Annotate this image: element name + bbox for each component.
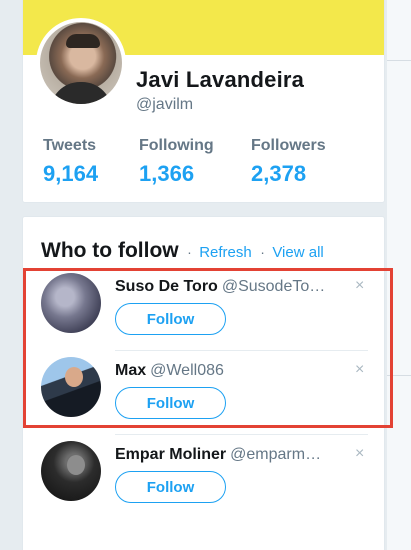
refresh-link[interactable]: Refresh	[199, 244, 252, 261]
suggestion-item: Max @Well086 × Follow	[23, 353, 386, 435]
suggestion-handle: @SusodeTo…	[221, 278, 326, 295]
profile-handle[interactable]: @javilm	[136, 96, 193, 114]
stat-tweets[interactable]: Tweets 9,164	[43, 137, 98, 187]
follow-button[interactable]: Follow	[115, 387, 226, 419]
stat-value: 1,366	[139, 161, 195, 186]
view-all-link[interactable]: View all	[272, 244, 323, 261]
suggestion-item: Suso De Toro @SusodeTo… × Follow	[23, 269, 386, 351]
row-divider	[115, 350, 368, 351]
suggestion-name: Empar Moliner	[115, 446, 227, 463]
follow-button[interactable]: Follow	[115, 471, 226, 503]
row-divider	[115, 434, 368, 435]
suggestion-name: Max	[115, 362, 147, 379]
suggestion-identity[interactable]: Suso De Toro @SusodeTo…	[115, 278, 347, 296]
suggestion-avatar[interactable]	[41, 357, 101, 417]
adjacent-column-edge	[387, 0, 411, 550]
close-icon[interactable]: ×	[355, 361, 364, 379]
suggestion-avatar[interactable]	[41, 441, 101, 501]
who-to-follow-card: Who to follow · Refresh · View all Suso …	[22, 216, 385, 550]
stat-followers[interactable]: Followers 2,378	[251, 137, 326, 187]
stat-label: Tweets	[43, 137, 97, 154]
profile-avatar[interactable]	[36, 18, 126, 108]
suggestion-item: Empar Moliner @emparm… × Follow	[23, 437, 386, 517]
stat-value: 2,378	[251, 161, 307, 186]
stat-value: 9,164	[43, 161, 99, 186]
suggestion-name: Suso De Toro	[115, 278, 218, 295]
who-to-follow-title: Who to follow	[41, 239, 179, 262]
follow-button[interactable]: Follow	[115, 303, 226, 335]
suggestion-avatar[interactable]	[41, 273, 101, 333]
suggestion-handle: @Well086	[150, 362, 224, 379]
suggestion-identity[interactable]: Empar Moliner @emparm…	[115, 446, 347, 464]
stat-label: Following	[139, 137, 214, 154]
header-separator: ·	[187, 244, 192, 260]
stat-following[interactable]: Following 1,366	[139, 137, 214, 187]
who-to-follow-header: Who to follow · Refresh · View all	[41, 239, 324, 263]
profile-card: Javi Lavandeira @javilm Tweets 9,164 Fol…	[22, 0, 385, 203]
stat-label: Followers	[251, 137, 326, 154]
suggestion-handle: @emparm…	[230, 446, 322, 463]
close-icon[interactable]: ×	[355, 445, 364, 463]
suggestion-identity[interactable]: Max @Well086	[115, 362, 347, 380]
close-icon[interactable]: ×	[355, 277, 364, 295]
profile-name[interactable]: Javi Lavandeira	[136, 67, 304, 93]
header-separator: ·	[260, 244, 265, 260]
